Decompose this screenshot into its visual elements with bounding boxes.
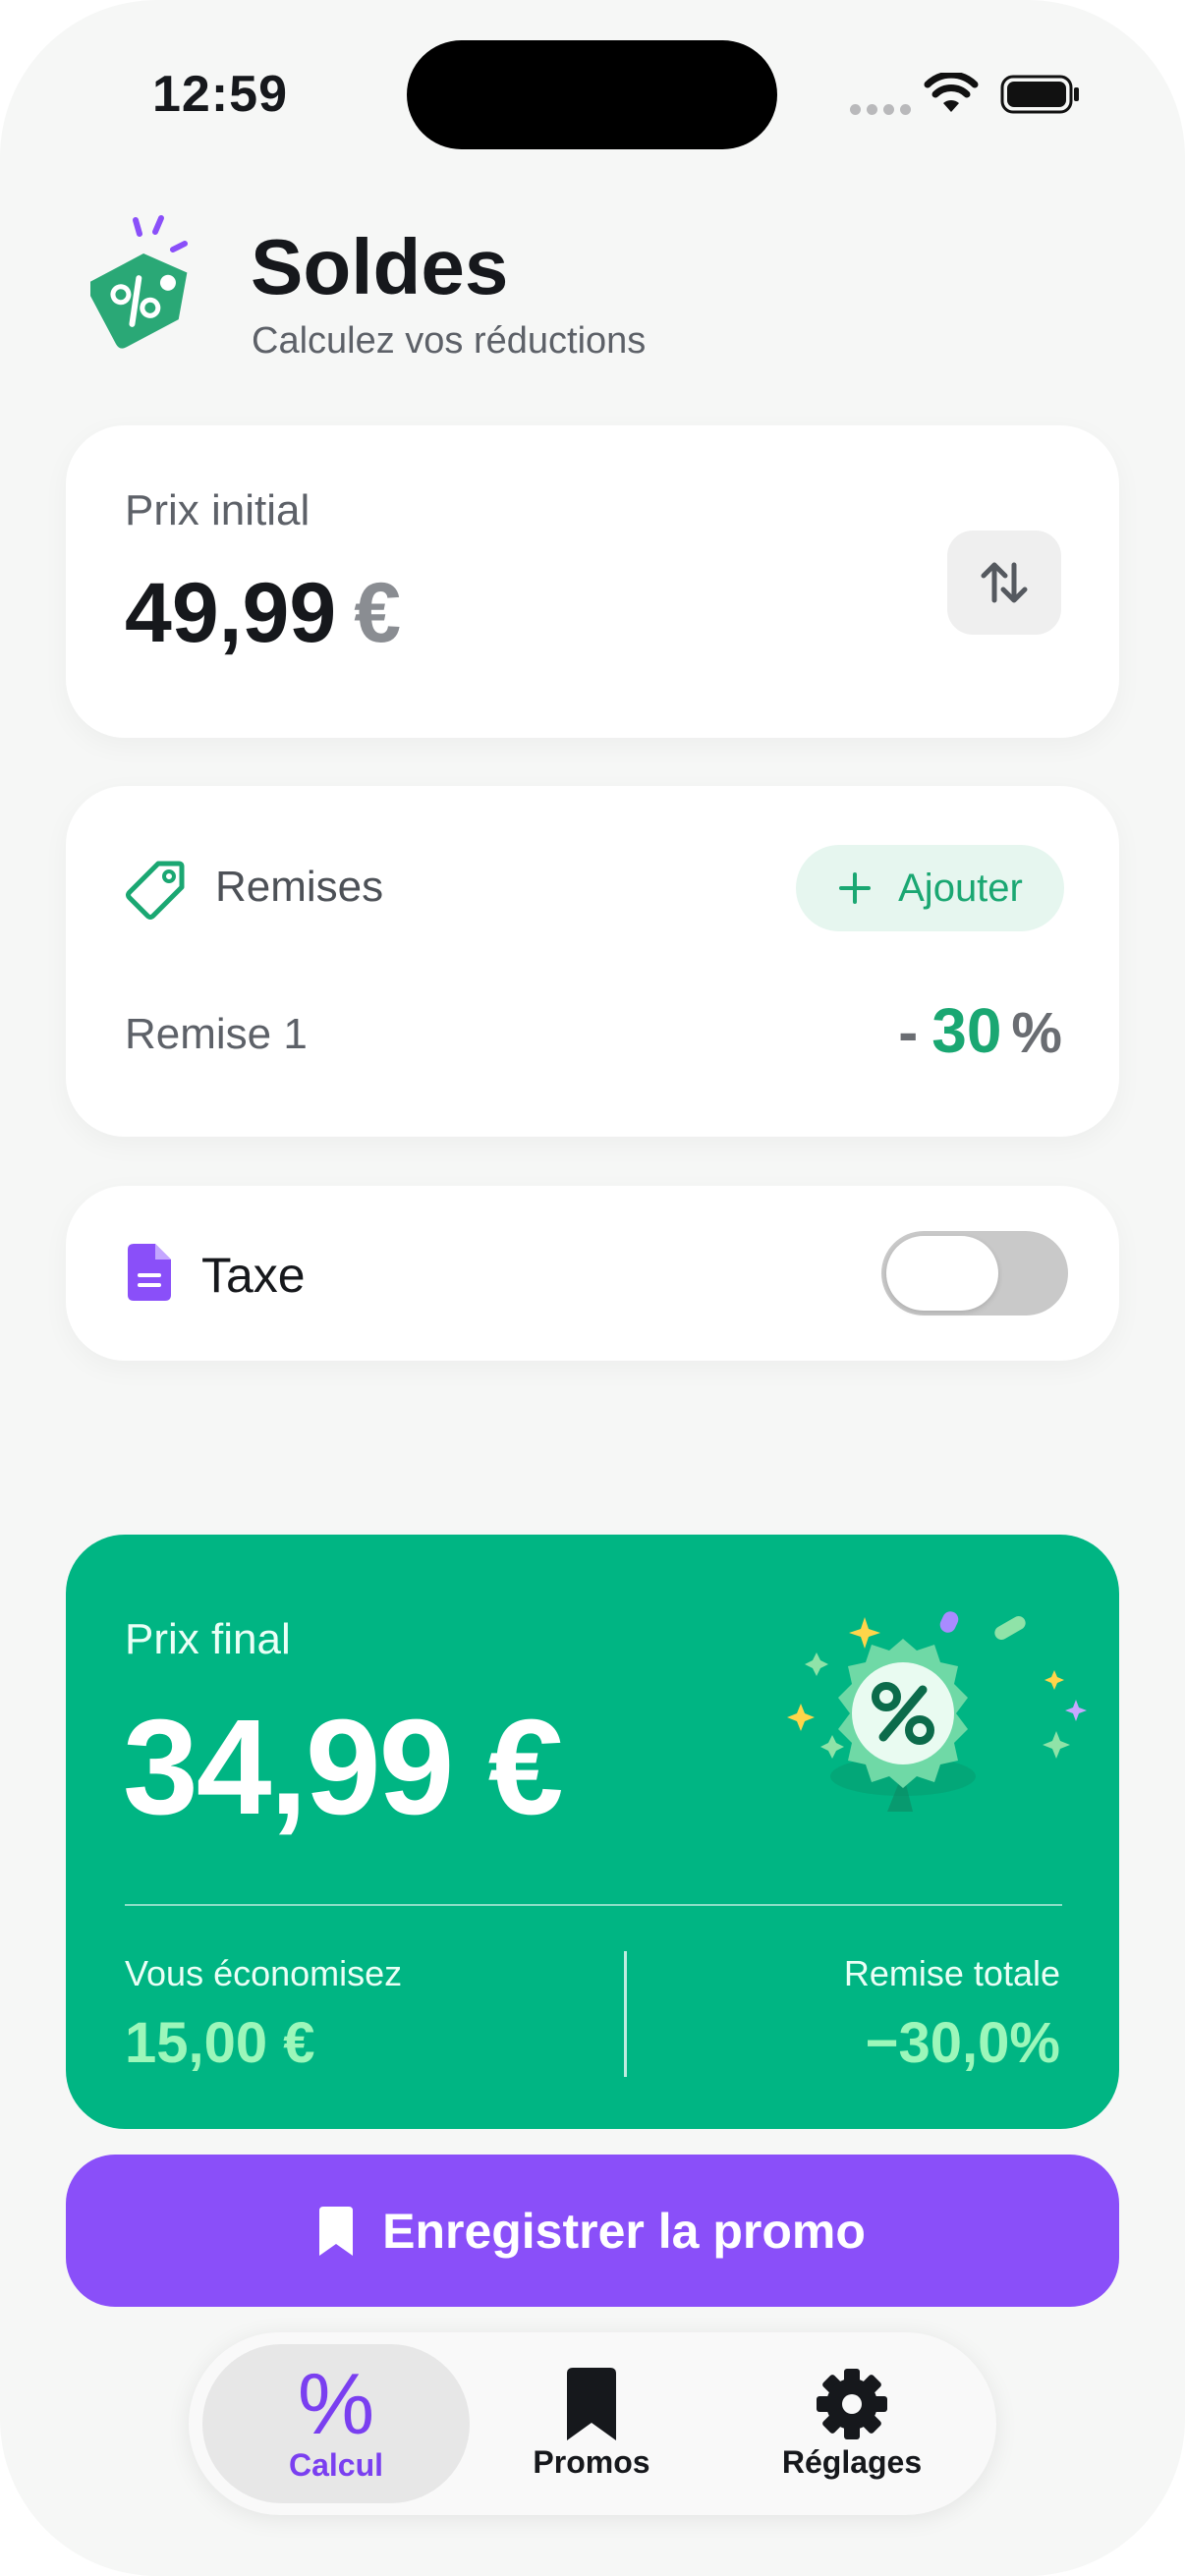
tab-bar: % Calcul Promos Réglages xyxy=(189,2332,996,2515)
phone-screen: 12:59 Soldes Calculez vos réductions Pri… xyxy=(0,0,1185,2576)
percent-price-tag-icon xyxy=(90,215,188,349)
add-discount-label: Ajouter xyxy=(898,866,1023,910)
tab-promos-label: Promos xyxy=(533,2443,650,2480)
tab-promos[interactable]: Promos xyxy=(493,2344,690,2503)
save-promo-label: Enregistrer la promo xyxy=(382,2203,866,2259)
initial-price-label: Prix initial xyxy=(125,486,310,534)
bookmark-icon xyxy=(567,2367,616,2440)
gear-icon xyxy=(817,2368,887,2439)
discounts-label: Remises xyxy=(215,863,384,911)
initial-price-amount: 49,99 xyxy=(125,566,337,660)
toggle-knob xyxy=(886,1236,998,1311)
tax-card: Taxe xyxy=(66,1186,1119,1361)
tab-reglages-label: Réglages xyxy=(781,2443,923,2480)
tag-icon xyxy=(126,861,185,920)
discount-row-label: Remise 1 xyxy=(125,1010,308,1058)
plus-icon xyxy=(839,872,872,904)
percent-icon: % xyxy=(297,2354,375,2452)
discount-value-input[interactable]: - 30 % xyxy=(898,994,1062,1067)
savings-label: Vous économisez xyxy=(125,1953,403,1993)
page-subtitle: Calculez vos réductions xyxy=(252,320,647,362)
initial-price-input[interactable]: 49,99 € xyxy=(125,565,401,662)
swap-vertical-icon xyxy=(981,562,1028,603)
total-discount-label: Remise totale xyxy=(843,1953,1060,1993)
discount-percent-value: 30 xyxy=(931,995,1002,1066)
discount-percent-unit: % xyxy=(1011,1001,1062,1065)
final-price-card: Prix final 34,99 € Vous économisez 15,00… xyxy=(66,1535,1119,2129)
savings-value: 15,00 € xyxy=(125,2011,315,2075)
add-discount-button[interactable]: Ajouter xyxy=(796,845,1064,931)
percent-badge-illustration xyxy=(787,1611,1087,1812)
discounts-card: Remises Ajouter Remise 1 - 30 % xyxy=(66,786,1119,1137)
discount-sign: - xyxy=(898,999,919,1065)
wifi-icon xyxy=(924,73,979,112)
tax-label: Taxe xyxy=(201,1248,306,1303)
currency-symbol: € xyxy=(354,566,402,660)
bookmark-icon xyxy=(319,2206,354,2256)
tab-calcul-label: Calcul xyxy=(288,2446,384,2483)
save-promo-button[interactable]: Enregistrer la promo xyxy=(66,2155,1119,2307)
tab-calcul[interactable]: % Calcul xyxy=(202,2344,470,2503)
initial-price-card[interactable]: Prix initial 49,99 € xyxy=(66,425,1119,738)
tax-toggle[interactable] xyxy=(881,1231,1068,1316)
battery-icon xyxy=(1000,75,1079,114)
dynamic-island xyxy=(407,40,777,149)
result-divider xyxy=(125,1904,1062,1906)
document-icon xyxy=(128,1244,171,1301)
page-title: Soldes xyxy=(251,223,509,310)
final-price-label: Prix final xyxy=(125,1615,291,1663)
status-time: 12:59 xyxy=(152,66,288,123)
result-vertical-divider xyxy=(624,1951,627,2077)
tab-reglages[interactable]: Réglages xyxy=(739,2344,965,2503)
swap-button[interactable] xyxy=(947,531,1061,635)
final-price-value: 34,99 € xyxy=(123,1692,563,1843)
cellular-signal-icon xyxy=(850,104,911,115)
total-discount-value: −30,0% xyxy=(865,2011,1060,2075)
